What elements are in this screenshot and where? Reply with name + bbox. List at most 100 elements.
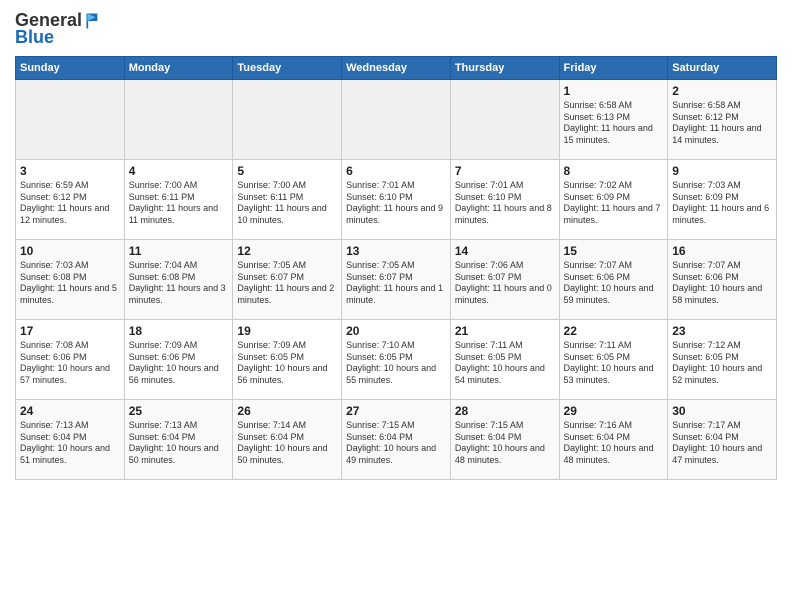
calendar-cell: 18Sunrise: 7:09 AMSunset: 6:06 PMDayligh… [124, 320, 233, 400]
calendar-cell: 27Sunrise: 7:15 AMSunset: 6:04 PMDayligh… [342, 400, 451, 480]
day-info: Sunset: 6:04 PM [672, 432, 772, 444]
day-info: Sunset: 6:07 PM [346, 272, 446, 284]
day-info: Daylight: 11 hours and 3 minutes. [129, 283, 229, 306]
calendar-cell: 14Sunrise: 7:06 AMSunset: 6:07 PMDayligh… [450, 240, 559, 320]
calendar-cell: 11Sunrise: 7:04 AMSunset: 6:08 PMDayligh… [124, 240, 233, 320]
day-number: 5 [237, 164, 337, 178]
day-info: Sunset: 6:05 PM [346, 352, 446, 364]
day-info: Sunrise: 7:16 AM [564, 420, 664, 432]
day-info: Sunset: 6:05 PM [237, 352, 337, 364]
day-info: Daylight: 10 hours and 58 minutes. [672, 283, 772, 306]
calendar-cell: 7Sunrise: 7:01 AMSunset: 6:10 PMDaylight… [450, 160, 559, 240]
day-info: Sunset: 6:05 PM [455, 352, 555, 364]
day-info: Sunset: 6:11 PM [129, 192, 229, 204]
calendar-week-1: 1Sunrise: 6:58 AMSunset: 6:13 PMDaylight… [16, 80, 777, 160]
calendar-table: SundayMondayTuesdayWednesdayThursdayFrid… [15, 56, 777, 480]
calendar-cell [124, 80, 233, 160]
day-number: 7 [455, 164, 555, 178]
calendar-cell: 13Sunrise: 7:05 AMSunset: 6:07 PMDayligh… [342, 240, 451, 320]
day-info: Daylight: 11 hours and 8 minutes. [455, 203, 555, 226]
day-info: Sunrise: 7:05 AM [346, 260, 446, 272]
calendar-header-row: SundayMondayTuesdayWednesdayThursdayFrid… [16, 57, 777, 80]
day-number: 4 [129, 164, 229, 178]
calendar-cell: 9Sunrise: 7:03 AMSunset: 6:09 PMDaylight… [668, 160, 777, 240]
calendar-cell: 22Sunrise: 7:11 AMSunset: 6:05 PMDayligh… [559, 320, 668, 400]
calendar-cell: 23Sunrise: 7:12 AMSunset: 6:05 PMDayligh… [668, 320, 777, 400]
day-number: 25 [129, 404, 229, 418]
day-info: Sunrise: 7:01 AM [346, 180, 446, 192]
day-number: 1 [564, 84, 664, 98]
day-info: Sunrise: 7:15 AM [455, 420, 555, 432]
calendar-cell: 6Sunrise: 7:01 AMSunset: 6:10 PMDaylight… [342, 160, 451, 240]
weekday-header-friday: Friday [559, 57, 668, 80]
calendar-cell: 20Sunrise: 7:10 AMSunset: 6:05 PMDayligh… [342, 320, 451, 400]
calendar-cell: 8Sunrise: 7:02 AMSunset: 6:09 PMDaylight… [559, 160, 668, 240]
day-number: 27 [346, 404, 446, 418]
day-info: Sunset: 6:13 PM [564, 112, 664, 124]
calendar-week-5: 24Sunrise: 7:13 AMSunset: 6:04 PMDayligh… [16, 400, 777, 480]
day-info: Daylight: 11 hours and 6 minutes. [672, 203, 772, 226]
day-number: 8 [564, 164, 664, 178]
weekday-header-wednesday: Wednesday [342, 57, 451, 80]
day-info: Daylight: 10 hours and 56 minutes. [237, 363, 337, 386]
day-info: Sunrise: 6:58 AM [564, 100, 664, 112]
day-info: Sunrise: 7:05 AM [237, 260, 337, 272]
day-info: Daylight: 10 hours and 53 minutes. [564, 363, 664, 386]
day-info: Sunrise: 7:11 AM [455, 340, 555, 352]
weekday-header-monday: Monday [124, 57, 233, 80]
calendar-cell: 21Sunrise: 7:11 AMSunset: 6:05 PMDayligh… [450, 320, 559, 400]
day-info: Sunrise: 7:14 AM [237, 420, 337, 432]
day-number: 19 [237, 324, 337, 338]
day-info: Sunset: 6:10 PM [455, 192, 555, 204]
logo-flag-icon [84, 11, 104, 31]
calendar-cell: 17Sunrise: 7:08 AMSunset: 6:06 PMDayligh… [16, 320, 125, 400]
day-number: 13 [346, 244, 446, 258]
day-number: 29 [564, 404, 664, 418]
day-number: 26 [237, 404, 337, 418]
day-info: Sunrise: 7:03 AM [20, 260, 120, 272]
day-info: Sunrise: 7:13 AM [20, 420, 120, 432]
day-info: Sunrise: 7:06 AM [455, 260, 555, 272]
day-info: Sunrise: 7:07 AM [672, 260, 772, 272]
calendar-cell: 24Sunrise: 7:13 AMSunset: 6:04 PMDayligh… [16, 400, 125, 480]
calendar-cell: 29Sunrise: 7:16 AMSunset: 6:04 PMDayligh… [559, 400, 668, 480]
weekday-header-tuesday: Tuesday [233, 57, 342, 80]
day-number: 11 [129, 244, 229, 258]
day-info: Sunrise: 6:59 AM [20, 180, 120, 192]
calendar-week-3: 10Sunrise: 7:03 AMSunset: 6:08 PMDayligh… [16, 240, 777, 320]
calendar-cell: 15Sunrise: 7:07 AMSunset: 6:06 PMDayligh… [559, 240, 668, 320]
weekday-header-sunday: Sunday [16, 57, 125, 80]
day-info: Daylight: 10 hours and 51 minutes. [20, 443, 120, 466]
day-info: Sunset: 6:06 PM [129, 352, 229, 364]
day-info: Sunset: 6:04 PM [129, 432, 229, 444]
day-info: Sunset: 6:06 PM [20, 352, 120, 364]
day-number: 9 [672, 164, 772, 178]
day-info: Daylight: 11 hours and 2 minutes. [237, 283, 337, 306]
day-number: 20 [346, 324, 446, 338]
logo: General Blue [15, 10, 104, 48]
day-info: Sunrise: 7:08 AM [20, 340, 120, 352]
calendar-header: General Blue [15, 10, 777, 48]
day-number: 28 [455, 404, 555, 418]
day-info: Daylight: 10 hours and 47 minutes. [672, 443, 772, 466]
day-number: 18 [129, 324, 229, 338]
day-info: Sunset: 6:04 PM [237, 432, 337, 444]
calendar-cell: 16Sunrise: 7:07 AMSunset: 6:06 PMDayligh… [668, 240, 777, 320]
day-info: Daylight: 10 hours and 50 minutes. [129, 443, 229, 466]
day-info: Daylight: 11 hours and 0 minutes. [455, 283, 555, 306]
day-info: Sunrise: 7:02 AM [564, 180, 664, 192]
day-info: Daylight: 11 hours and 11 minutes. [129, 203, 229, 226]
day-info: Sunset: 6:05 PM [672, 352, 772, 364]
day-info: Sunset: 6:05 PM [564, 352, 664, 364]
calendar-week-2: 3Sunrise: 6:59 AMSunset: 6:12 PMDaylight… [16, 160, 777, 240]
day-number: 21 [455, 324, 555, 338]
day-info: Daylight: 11 hours and 7 minutes. [564, 203, 664, 226]
calendar-cell: 10Sunrise: 7:03 AMSunset: 6:08 PMDayligh… [16, 240, 125, 320]
day-info: Sunset: 6:04 PM [20, 432, 120, 444]
day-info: Daylight: 10 hours and 48 minutes. [564, 443, 664, 466]
day-number: 2 [672, 84, 772, 98]
day-info: Sunset: 6:09 PM [672, 192, 772, 204]
day-number: 3 [20, 164, 120, 178]
day-info: Daylight: 10 hours and 49 minutes. [346, 443, 446, 466]
calendar-cell: 19Sunrise: 7:09 AMSunset: 6:05 PMDayligh… [233, 320, 342, 400]
